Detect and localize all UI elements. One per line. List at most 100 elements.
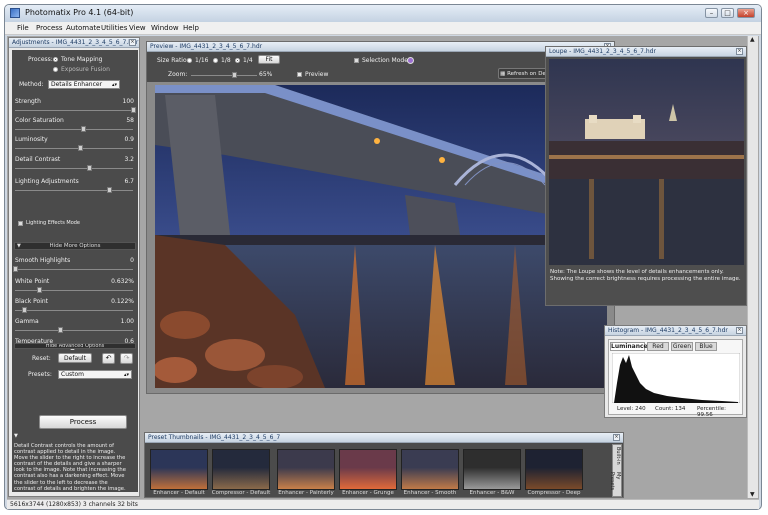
tab-luminance[interactable]: Luminance — [610, 342, 648, 351]
thumbnail-enhancer-grunge[interactable] — [339, 449, 397, 490]
scroll-down-icon[interactable]: ▼ — [750, 491, 755, 498]
lighting-effects-checkbox[interactable] — [18, 221, 23, 226]
luminosity-slider-thumb[interactable] — [77, 145, 83, 151]
gamma-slider-track[interactable] — [15, 330, 133, 331]
maximize-icon[interactable]: □ — [721, 8, 734, 18]
hide-more-options-toggle[interactable]: ▼ Hide More Options — [14, 242, 136, 250]
histogram-graph — [612, 353, 740, 403]
scroll-up-icon[interactable]: ▲ — [750, 36, 755, 43]
tab-my-presets[interactable]: My Presets — [609, 472, 621, 497]
zoom-slider-track[interactable] — [191, 75, 257, 76]
size-ratio-label: Size Ratio: — [157, 57, 189, 64]
thumbnail-enhancer-grunge-label: Enhancer - Grunge — [342, 490, 394, 496]
app-window: Photomatix Pro 4.1 (64-bit) – □ × File P… — [4, 4, 762, 510]
detail-contrast-slider-thumb[interactable] — [87, 165, 93, 171]
close-icon[interactable]: × — [737, 8, 755, 18]
histogram-level: Level: 240 — [617, 406, 646, 412]
status-text: 5616x3744 (1280x853) 3 channels 32 bits — [10, 501, 138, 508]
zoom-label: Zoom: — [168, 71, 188, 78]
lighting-adjustments-slider-thumb[interactable] — [107, 187, 113, 193]
close-icon[interactable]: × — [613, 434, 620, 441]
thumbnail-compressor-default-label: Compressor - Default — [211, 490, 271, 496]
menu-window[interactable]: Window — [151, 24, 179, 32]
minimize-icon[interactable]: – — [705, 8, 718, 18]
thumbnail-compressor-default[interactable] — [212, 449, 270, 490]
process-button[interactable]: Process — [39, 415, 127, 429]
gamma-slider-thumb[interactable] — [57, 327, 63, 333]
smooth-highlights-slider-track[interactable] — [15, 269, 133, 270]
gamma-label: Gamma — [15, 318, 39, 325]
histogram-percentile: Percentile: 99.56 — [697, 406, 726, 418]
adjustments-title-bar: Adjustments - IMG_4431_2_3_4_5_6_7.hdr × — [9, 38, 139, 48]
reset-presets-area: Reset: Default ↶ ↷ Presets: Custom ▴▾ — [12, 350, 138, 412]
thumbnail-enhancer-painterly[interactable] — [277, 449, 335, 490]
size-ratio-1-8-label: 1/8 — [221, 57, 231, 64]
reset-default-button[interactable]: Default — [58, 353, 92, 363]
black-point-slider-track[interactable] — [15, 310, 133, 311]
detail-contrast-slider-track[interactable] — [15, 168, 133, 169]
menu-process[interactable]: Process — [36, 24, 63, 32]
luminosity-slider-track[interactable] — [15, 148, 133, 149]
tab-blue[interactable]: Blue — [695, 342, 717, 351]
thumbnail-enhancer-painterly-label: Enhancer - Painterly — [278, 490, 334, 496]
close-icon[interactable]: × — [736, 48, 743, 55]
method-select[interactable]: Details Enhancer ▴▾ — [48, 80, 120, 89]
menu-view[interactable]: View — [129, 24, 146, 32]
size-ratio-1-4-radio[interactable] — [235, 58, 240, 63]
tone-mapping-radio[interactable] — [53, 57, 58, 62]
size-ratio-1-16-radio[interactable] — [187, 58, 192, 63]
zoom-slider-thumb[interactable] — [231, 72, 237, 78]
size-ratio-1-8-radio[interactable] — [213, 58, 218, 63]
app-icon — [10, 8, 20, 18]
thumbnail-compressor-deep-label: Compressor - Deep — [527, 490, 581, 496]
black-point-slider-thumb[interactable] — [22, 307, 28, 313]
color-saturation-slider-thumb[interactable] — [81, 126, 87, 132]
loupe-note: Note: The Loupe shows the level of detai… — [550, 269, 741, 282]
tab-red[interactable]: Red — [647, 342, 669, 351]
fit-button[interactable]: Fit — [258, 55, 280, 64]
smooth-highlights-slider-thumb[interactable] — [13, 266, 18, 272]
preview-toolbar: Size Ratio: 1/16 1/8 1/4 Fit Zoom: 65% P… — [147, 52, 614, 82]
process-label: Process: — [28, 56, 53, 63]
close-icon[interactable]: × — [129, 39, 136, 46]
close-icon[interactable]: × — [736, 327, 743, 334]
help-text: Detail Contrast controls the amount of c… — [14, 443, 126, 492]
menu-utilities[interactable]: Utilities — [101, 24, 127, 32]
tab-built-in[interactable]: Built-in — [613, 447, 621, 470]
refresh-button[interactable]: ▦ Refresh on De — [498, 68, 548, 79]
thumbnails-title: Preset Thumbnails - IMG_4431_2_3_4_5_6_7 — [148, 434, 281, 441]
detail-contrast-label: Detail Contrast — [15, 156, 61, 163]
menu-automate[interactable]: Automate — [66, 24, 100, 32]
process-area: Process ▼ Detail Contrast controls the a… — [12, 412, 138, 492]
exposure-fusion-radio[interactable] — [53, 67, 58, 72]
help-icon[interactable] — [407, 57, 414, 64]
white-point-slider-track[interactable] — [15, 290, 133, 291]
color-saturation-label: Color Saturation — [15, 117, 64, 124]
presets-select[interactable]: Custom ▴▾ — [58, 370, 132, 379]
thumbnail-compressor-deep[interactable] — [525, 449, 583, 490]
hide-advanced-options-toggle[interactable]: Hide Advanced Options — [14, 343, 136, 349]
size-ratio-1-4-label: 1/4 — [243, 57, 253, 64]
reset-label: Reset: — [32, 355, 51, 362]
thumbnail-enhancer-b-w[interactable] — [463, 449, 521, 490]
thumbnail-enhancer-default[interactable] — [150, 449, 208, 490]
undo-icon[interactable]: ↶ — [102, 353, 115, 364]
white-point-slider-thumb[interactable] — [36, 287, 42, 293]
strength-slider-track[interactable] — [15, 110, 133, 111]
menu-help[interactable]: Help — [183, 24, 199, 32]
vertical-scrollbar[interactable]: ▲ ▼ — [747, 36, 758, 498]
strength-value: 100 — [122, 98, 134, 105]
thumbnail-enhancer-smooth-label: Enhancer - Smooth — [403, 490, 457, 496]
tab-green[interactable]: Green — [671, 342, 693, 351]
redo-icon[interactable]: ↷ — [120, 353, 133, 364]
strength-slider-thumb[interactable] — [131, 107, 136, 113]
preview-checkbox[interactable] — [297, 72, 302, 77]
adjustments-title: Adjustments - IMG_4431_2_3_4_5_6_7.hdr — [12, 39, 139, 46]
black-point-label: Black Point — [15, 298, 49, 305]
selection-mode-checkbox[interactable] — [354, 58, 359, 63]
thumbnail-enhancer-smooth[interactable] — [401, 449, 459, 490]
color-saturation-slider-track[interactable] — [15, 129, 133, 130]
lighting-adjustments-slider-track[interactable] — [15, 190, 133, 191]
method-value: Details Enhancer — [51, 81, 103, 88]
menu-file[interactable]: File — [17, 24, 29, 32]
